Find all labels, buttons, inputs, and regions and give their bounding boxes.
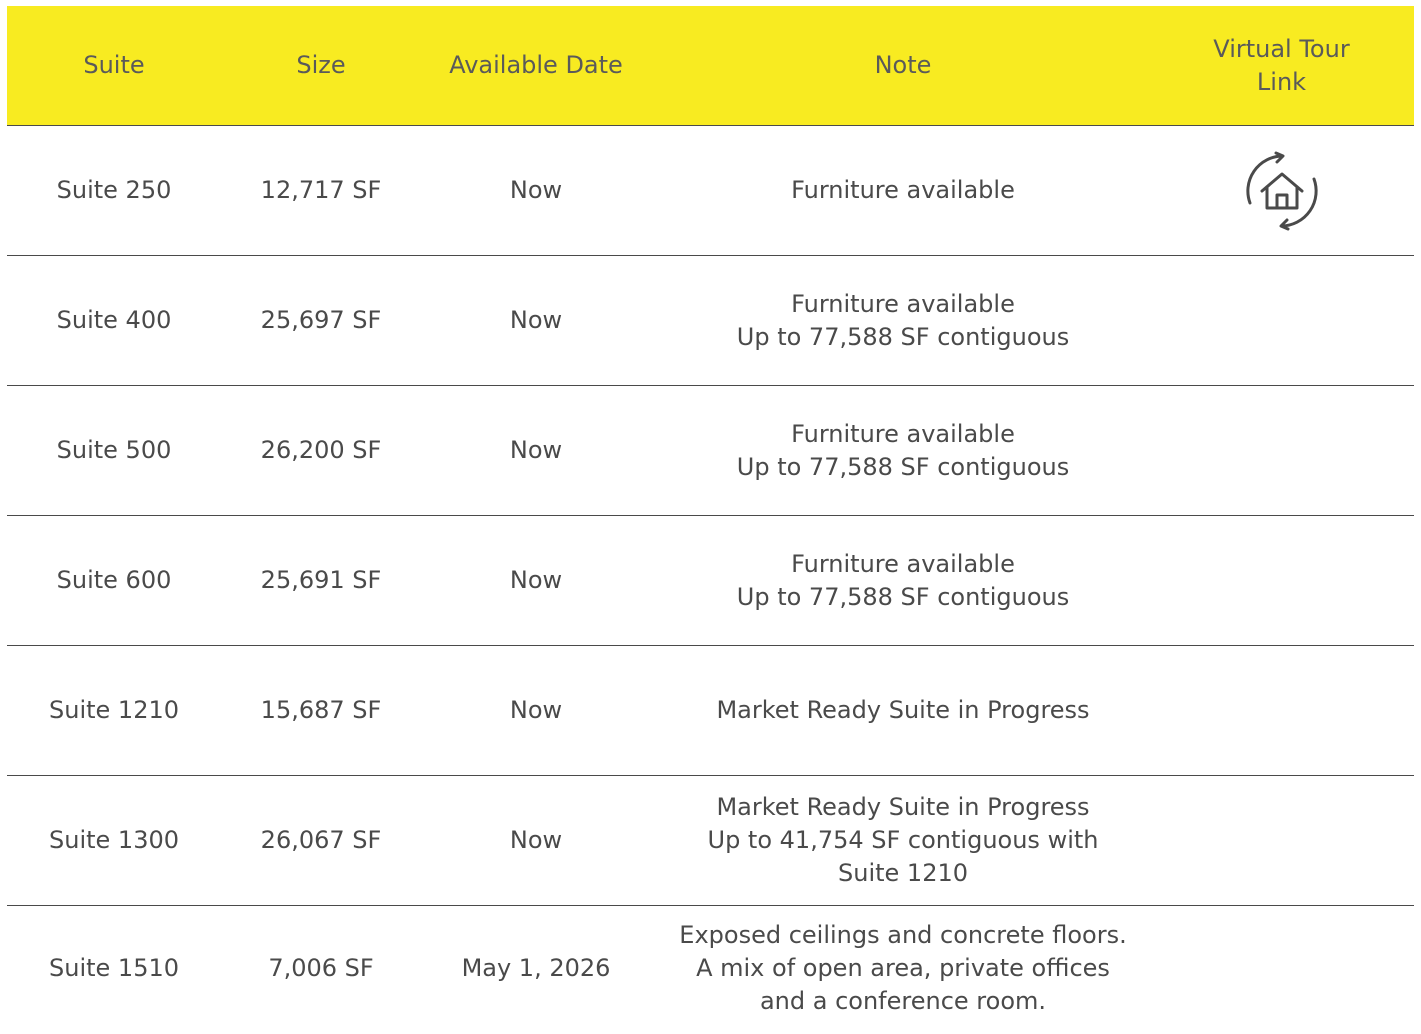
column-header-virtual-tour-link: Virtual Tour Link	[1155, 6, 1408, 125]
table-row: Suite 1300 26,067 SF Now Market Ready Suite…	[7, 776, 1414, 906]
available-date-cell: Now	[509, 176, 563, 204]
note-cell: Furniture available Up to 77,588 SF conti…	[651, 386, 1155, 515]
virtual-tour-link-cell	[1155, 646, 1408, 775]
note-line: Furniture available	[791, 419, 1015, 448]
suite-cell: Suite 1300	[49, 826, 179, 854]
suite-cell: Suite 400	[56, 306, 172, 334]
size-cell: 15,687 SF	[260, 696, 382, 724]
virtual-tour-link-cell	[1155, 906, 1408, 1030]
virtual-tour-home-icon[interactable]	[1242, 151, 1322, 231]
available-date-cell: Now	[509, 696, 563, 724]
table-row: Suite 400 25,697 SF Now Furniture available…	[7, 256, 1414, 386]
size-cell: 25,691 SF	[260, 566, 382, 594]
suite-cell: Suite 600	[56, 566, 172, 594]
size-cell: 26,200 SF	[260, 436, 382, 464]
note-line: Suite 1210	[838, 859, 968, 887]
virtual-tour-link[interactable]	[1242, 151, 1322, 231]
note-line: Furniture available	[791, 549, 1015, 578]
table-row: Suite 1510 7,006 SF May 1, 2026 Exposed cei…	[7, 906, 1414, 1030]
note-line: Furniture available	[791, 289, 1015, 318]
size-cell: 7,006 SF	[268, 953, 374, 982]
available-date-cell: Now	[509, 436, 563, 464]
note-cell: Exposed ceilings and concrete floors. A m…	[651, 906, 1155, 1030]
availability-table: Suite Size Available Date Note Virtual T…	[7, 6, 1414, 1030]
table-row: Suite 600 25,691 SF Now Furniture available…	[7, 516, 1414, 646]
note-line: Furniture available	[791, 176, 1015, 204]
virtual-tour-link-cell	[1155, 126, 1408, 255]
note-line: Market Ready Suite in Progress	[716, 793, 1090, 821]
suite-cell: Suite 500	[56, 436, 172, 464]
note-line: Up to 77,588 SF contiguous	[736, 452, 1070, 481]
table-row: Suite 250 12,717 SF Now Furniture available	[7, 126, 1414, 256]
note-cell: Market Ready Suite in Progress Up to 41,7…	[651, 776, 1155, 905]
note-cell: Furniture available Up to 77,588 SF conti…	[651, 516, 1155, 645]
size-cell: 26,067 SF	[260, 826, 382, 854]
virtual-tour-link-cell	[1155, 386, 1408, 515]
column-header-virtual-tour-line1: Virtual Tour	[1213, 34, 1350, 63]
column-header-virtual-tour-line2: Link	[1256, 67, 1307, 96]
note-line: Up to 77,588 SF contiguous	[736, 582, 1070, 611]
note-cell: Furniture available Up to 77,588 SF conti…	[651, 256, 1155, 385]
suite-cell: Suite 1510	[49, 953, 179, 982]
table-header: Suite Size Available Date Note Virtual T…	[7, 6, 1414, 126]
note-line: and a conference room.	[759, 986, 1047, 1015]
table-row: Suite 500 26,200 SF Now Furniture available…	[7, 386, 1414, 516]
table-row: Suite 1210 15,687 SF Now Market Ready Suite…	[7, 646, 1414, 776]
column-header-size: Size	[296, 51, 346, 79]
note-line: Market Ready Suite in Progress	[716, 696, 1090, 724]
note-cell: Furniture available	[651, 126, 1155, 255]
table-body: Suite 250 12,717 SF Now Furniture available…	[7, 126, 1414, 1030]
note-line: Exposed ceilings and concrete floors.	[679, 920, 1127, 949]
available-date-cell: Now	[509, 566, 563, 594]
available-date-cell: Now	[509, 306, 563, 334]
suite-cell: Suite 250	[56, 176, 172, 204]
size-cell: 25,697 SF	[260, 306, 382, 334]
virtual-tour-link-cell	[1155, 516, 1408, 645]
size-cell: 12,717 SF	[260, 176, 382, 204]
note-cell: Market Ready Suite in Progress	[651, 646, 1155, 775]
available-date-cell: Now	[509, 826, 563, 854]
column-header-suite: Suite	[83, 51, 145, 79]
virtual-tour-link-cell	[1155, 776, 1408, 905]
available-date-cell: May 1, 2026	[461, 953, 611, 982]
column-header-available-date: Available Date	[449, 51, 623, 79]
note-line: Up to 77,588 SF contiguous	[736, 322, 1070, 351]
virtual-tour-link-cell	[1155, 256, 1408, 385]
suite-cell: Suite 1210	[49, 696, 179, 724]
note-line: A mix of open area, private offices	[696, 953, 1110, 982]
column-header-note: Note	[874, 51, 932, 79]
note-line: Up to 41,754 SF contiguous with	[707, 826, 1099, 854]
